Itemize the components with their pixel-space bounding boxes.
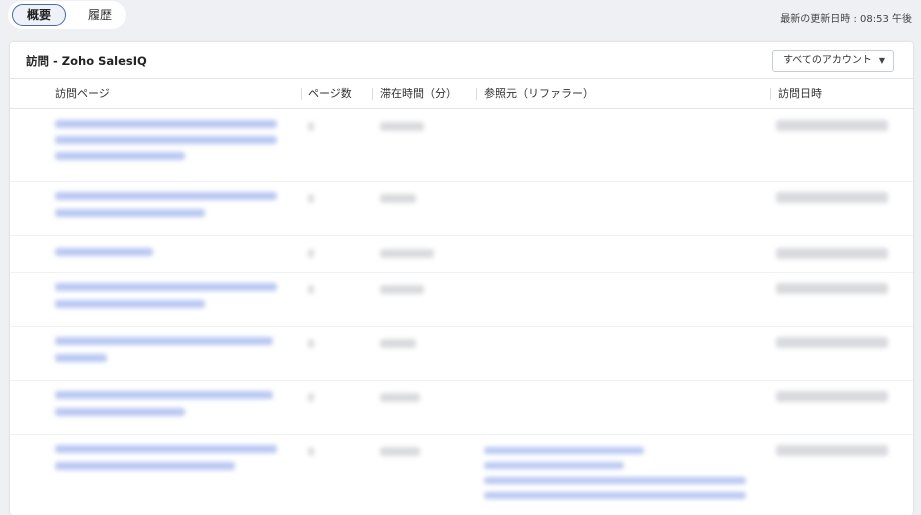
visited-page-link[interactable] (55, 300, 205, 308)
visited-page-link[interactable] (55, 354, 107, 362)
duration-value (380, 339, 416, 348)
card-title: 訪問 - Zoho SalesIQ (26, 54, 147, 68)
visited-page-link[interactable] (55, 192, 277, 200)
visit-time-value (776, 248, 888, 259)
visited-page-link[interactable] (55, 136, 277, 144)
account-filter-label: すべてのアカウント (783, 55, 872, 66)
column-separator (476, 88, 477, 100)
column-separator (301, 88, 302, 100)
page-count-value (308, 122, 314, 131)
table-header: 訪問ページ ページ数 滞在時間（分） 参照元（リファラー） 訪問日時 (10, 79, 913, 109)
duration-value (380, 249, 434, 258)
table-row[interactable] (10, 381, 913, 435)
duration-value (380, 122, 424, 131)
table-row[interactable] (10, 273, 913, 327)
column-header-referrer[interactable]: 参照元（リファラー） (484, 79, 594, 109)
visit-time-value (776, 391, 888, 402)
referrer-link[interactable] (484, 477, 746, 484)
top-bar: 概要 履歴 最新の更新日時 : 08:53 午後 (0, 0, 921, 38)
tab-overview[interactable]: 概要 (12, 4, 66, 26)
duration-value (380, 393, 420, 402)
tab-history[interactable]: 履歴 (78, 4, 122, 26)
column-header-visit-time[interactable]: 訪問日時 (778, 79, 822, 109)
visited-page-link[interactable] (55, 120, 277, 128)
visited-page-link[interactable] (55, 391, 273, 399)
page-count-value (308, 339, 314, 348)
page-count-value (308, 194, 314, 203)
column-header-visited-page[interactable]: 訪問ページ (55, 79, 110, 109)
visit-time-value (776, 192, 888, 203)
visited-page-link[interactable] (55, 462, 235, 470)
visit-time-value (776, 120, 888, 131)
table-row[interactable] (10, 327, 913, 381)
table-row[interactable] (10, 435, 913, 515)
visit-time-value (776, 445, 888, 456)
last-updated-text: 最新の更新日時 : 08:53 午後 (780, 14, 912, 25)
caret-down-icon: ▼ (878, 56, 885, 65)
table-row[interactable] (10, 236, 913, 273)
column-header-duration[interactable]: 滞在時間（分） (380, 79, 457, 109)
page-count-value (308, 249, 314, 258)
table-row[interactable] (10, 182, 913, 236)
page-count-value (308, 393, 314, 402)
table-row[interactable] (10, 110, 913, 182)
visited-page-link[interactable] (55, 248, 153, 256)
visits-card: 訪問 - Zoho SalesIQ すべてのアカウント ▼ 訪問ページ ページ数… (10, 42, 913, 515)
column-separator (770, 88, 771, 100)
visited-page-link[interactable] (55, 152, 185, 160)
referrer-link[interactable] (484, 462, 624, 469)
column-separator (372, 88, 373, 100)
view-tabs: 概要 履歴 (8, 1, 126, 29)
page-count-value (308, 447, 314, 456)
visited-page-link[interactable] (55, 337, 273, 345)
referrer-link[interactable] (484, 447, 644, 454)
duration-value (380, 285, 424, 294)
visited-page-link[interactable] (55, 408, 185, 416)
duration-value (380, 447, 420, 456)
page-count-value (308, 285, 314, 294)
visited-page-link[interactable] (55, 209, 205, 217)
referrer-link[interactable] (484, 492, 746, 499)
column-header-page-count[interactable]: ページ数 (308, 79, 352, 109)
visited-page-link[interactable] (55, 283, 277, 291)
visit-time-value (776, 337, 888, 348)
visited-page-link[interactable] (55, 445, 277, 453)
duration-value (380, 194, 416, 203)
visit-time-value (776, 283, 888, 294)
account-filter-dropdown[interactable]: すべてのアカウント ▼ (772, 50, 894, 72)
